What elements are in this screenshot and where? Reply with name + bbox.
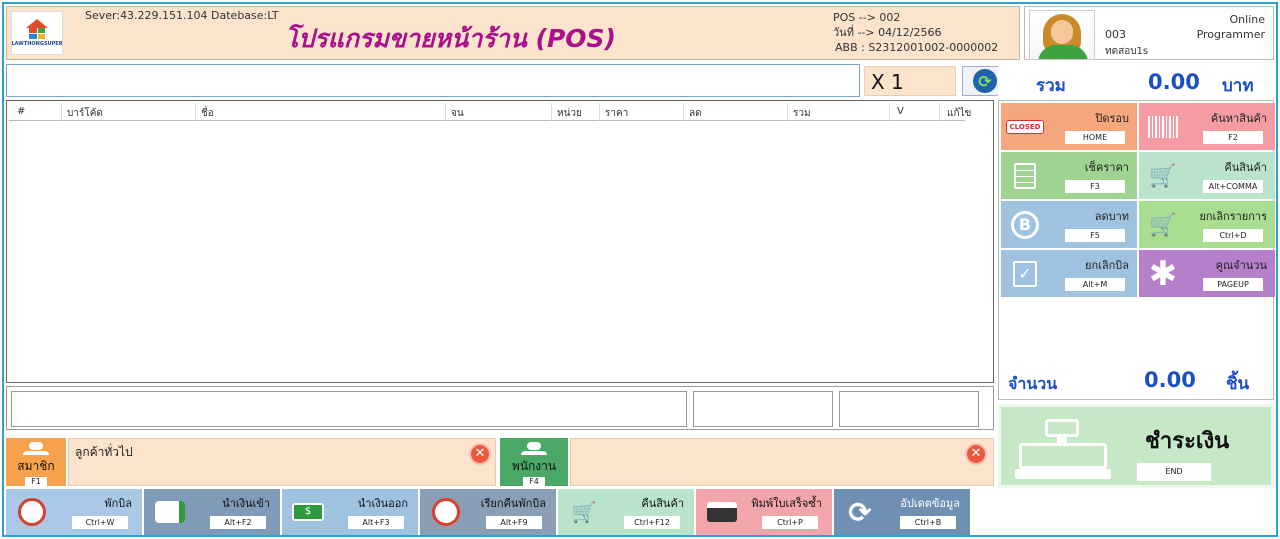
pay-button[interactable]: ชำระเงิน END xyxy=(998,404,1274,488)
money-out-icon: $ xyxy=(292,497,324,527)
session-date: วันที่ --> 04/12/2566 xyxy=(833,26,942,39)
logo-text: LAWTHONGSUPER xyxy=(11,41,63,47)
clear-employee-icon[interactable]: ✕ xyxy=(965,443,987,465)
col-price: ราคา xyxy=(605,108,629,119)
cancel-item-button[interactable]: 🛒 ยกเลิกรายการ Ctrl+D xyxy=(1139,201,1275,248)
quantity-multiplier[interactable]: X 1 xyxy=(864,66,956,96)
check-price-button[interactable]: เช็คราคา F3 xyxy=(1001,152,1137,199)
total-value: 0.00 xyxy=(1148,70,1200,94)
printer-icon xyxy=(706,497,738,527)
hold-bill-button[interactable]: พักบิล Ctrl+W xyxy=(6,489,142,535)
connection-status: Online xyxy=(1229,13,1265,26)
cancel-bill-button[interactable]: ✓ ยกเลิกบิล Alt+M xyxy=(1001,250,1137,297)
cart-return-icon: 🛒 xyxy=(1149,163,1177,189)
clipboard-icon xyxy=(1009,162,1041,190)
total-label: รวม xyxy=(1036,76,1066,96)
closed-sign-icon: CLOSED xyxy=(1005,113,1045,141)
summary-row xyxy=(6,386,994,430)
refresh-icon: ⟳ xyxy=(848,495,872,529)
cart-return-icon: 🛒 xyxy=(571,500,597,524)
table-header: # บาร์โค้ด ชื่อ จน หน่วย ราคา ลด รวม V แ… xyxy=(9,103,971,121)
employee-button[interactable]: พนักงาน F4 xyxy=(500,438,568,486)
app-header: LAWTHONGSUPER Sever:43.229.151.104 Dateb… xyxy=(6,6,1020,60)
user-id: 003 xyxy=(1105,28,1126,41)
cash-register-icon xyxy=(1015,419,1111,481)
recall-bill-button[interactable]: เรียกคืนพักบิล Alt+F9 xyxy=(420,489,556,535)
return-goods-button[interactable]: 🛒 คืนสินค้า Ctrl+F12 xyxy=(558,489,694,535)
col-edit: แก้ไข xyxy=(947,108,972,119)
server-info: Sever:43.229.151.104 Datebase:LT xyxy=(85,9,279,22)
quantity-label: จำนวน xyxy=(1008,374,1058,393)
app-title: โปรแกรมขายหน้าร้าน (POS) xyxy=(285,24,616,53)
store-logo: LAWTHONGSUPER xyxy=(11,11,63,55)
timer-return-icon xyxy=(430,497,462,527)
total-unit: บาท xyxy=(1222,76,1254,96)
session-info: POS --> 002 วันที่ --> 04/12/2566 ABB : … xyxy=(833,10,998,55)
member-button[interactable]: สมาชิก F1 xyxy=(6,438,66,486)
cash-in-button[interactable]: นำเงินเข้า Alt+F2 xyxy=(144,489,280,535)
pay-label: ชำระเงิน xyxy=(1145,429,1230,454)
cash-out-button[interactable]: $ นำเงินออก Alt+F3 xyxy=(282,489,418,535)
return-product-button[interactable]: 🛒 คืนสินค้า Alt+COMMA xyxy=(1139,152,1275,199)
member-icon xyxy=(29,442,43,450)
logo-house-icon xyxy=(24,19,50,39)
search-product-button[interactable]: ค้นหาสินค้า F2 xyxy=(1139,103,1275,150)
bill-number: ABB : S2312001002-0000002 xyxy=(835,41,999,54)
quantity-unit: ชิ้น xyxy=(1226,374,1250,394)
function-panel: CLOSED ปิดรอบ HOME ค้นหาสินค้า F2 เช็ครา… xyxy=(998,100,1275,400)
clipboard-check-icon: ✓ xyxy=(1009,260,1041,288)
quantity-total-panel: จำนวน 0.00 ชิ้น xyxy=(998,360,1274,400)
clear-member-icon[interactable]: ✕ xyxy=(469,443,491,465)
barcode-input[interactable] xyxy=(6,64,860,97)
cart-cancel-icon: 🛒 xyxy=(1149,212,1177,238)
col-qty: จน xyxy=(451,108,464,119)
barcode-icon xyxy=(1147,113,1179,141)
baht-coin-icon: B xyxy=(1009,211,1041,239)
multiply-qty-button[interactable]: ✱ คูณจำนวน PAGEUP xyxy=(1139,250,1275,297)
items-table[interactable]: # บาร์โค้ด ชื่อ จน หน่วย ราคา ลด รวม V แ… xyxy=(6,100,994,383)
pay-shortcut: END xyxy=(1137,463,1211,481)
col-index: # xyxy=(17,106,26,117)
member-name: ลูกค้าทั่วไป xyxy=(75,445,133,459)
col-total: รวม xyxy=(793,108,811,119)
bottom-toolbar: พักบิล Ctrl+W นำเงินเข้า Alt+F2 $ นำเงิน… xyxy=(6,489,1274,535)
user-panel: Online 003 Programmer ทดสอบ1s xyxy=(1024,6,1274,60)
quantity-value: 0.00 xyxy=(1144,368,1196,392)
refresh-icon: ⟳ xyxy=(973,69,997,93)
col-unit: หน่วย xyxy=(557,108,582,119)
col-vat: V xyxy=(897,106,904,117)
close-shift-button[interactable]: CLOSED ปิดรอบ HOME xyxy=(1001,103,1137,150)
reprint-receipt-button[interactable]: พิมพ์ใบเสร็จซ้ำ Ctrl+P xyxy=(696,489,832,535)
update-data-button[interactable]: ⟳ อัปเดตข้อมูล Ctrl+B xyxy=(834,489,970,535)
summary-cell-a xyxy=(693,391,833,427)
avatar xyxy=(1029,10,1095,60)
summary-cell-b xyxy=(839,391,979,427)
user-name: ทดสอบ1s xyxy=(1105,46,1149,57)
employee-icon xyxy=(527,442,541,450)
discount-baht-button[interactable]: B ลดบาท F5 xyxy=(1001,201,1137,248)
pos-number: POS --> 002 xyxy=(833,11,901,24)
asterisk-icon: ✱ xyxy=(1148,254,1178,294)
summary-note xyxy=(11,391,687,427)
wallet-in-icon xyxy=(154,497,186,527)
col-discount: ลด xyxy=(689,108,702,119)
member-field[interactable]: ลูกค้าทั่วไป ✕ xyxy=(68,438,496,486)
col-name: ชื่อ xyxy=(201,108,214,119)
employee-field[interactable]: ✕ xyxy=(570,438,994,486)
col-barcode: บาร์โค้ด xyxy=(67,108,103,119)
timer-icon xyxy=(16,497,48,527)
user-role: Programmer xyxy=(1196,28,1265,41)
total-panel: รวม 0.00 บาท xyxy=(998,64,1274,98)
